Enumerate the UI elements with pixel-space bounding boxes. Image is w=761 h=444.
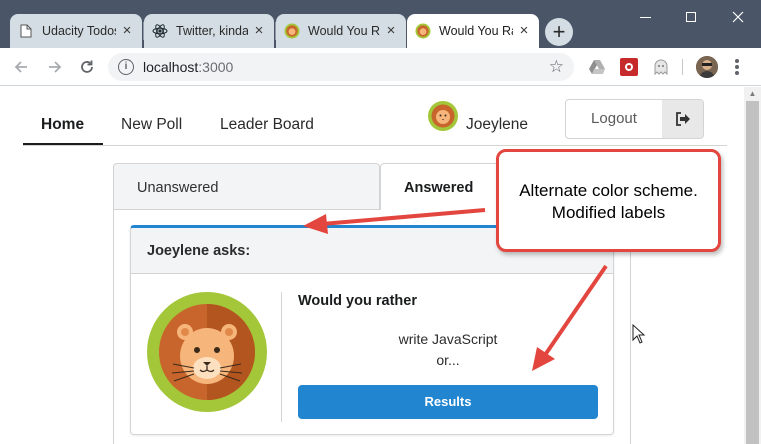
browser-tab[interactable]: Would You Rather × — [276, 14, 406, 48]
close-tab-icon[interactable]: × — [384, 23, 398, 38]
browser-tab-title: Twitter, kinda — [176, 24, 248, 38]
poll-card: Joeylene asks: Would you rather write Ja… — [130, 225, 614, 435]
maximize-icon[interactable] — [668, 0, 714, 34]
browser-tab-title: Would You Rather — [308, 24, 380, 38]
question-title: Would you rather — [298, 293, 417, 309]
close-tab-icon[interactable]: × — [120, 23, 134, 38]
vertical-scrollbar[interactable]: ▲ — [744, 87, 761, 444]
browser-toolbar: i localhost:3000 ☆ — [0, 48, 761, 86]
more-menu-icon[interactable] — [728, 57, 746, 77]
scroll-thumb[interactable] — [746, 101, 759, 444]
browser-tab-strip: Udacity Todos × Twitter, kinda × Would Y… — [0, 0, 761, 48]
lion-icon — [284, 23, 300, 39]
red-extension-icon[interactable] — [620, 58, 638, 76]
toolbar-separator — [682, 59, 683, 75]
browser-tab[interactable]: Udacity Todos × — [10, 14, 142, 48]
star-icon[interactable]: ☆ — [549, 57, 564, 77]
active-nav-underline — [23, 143, 103, 145]
reload-icon[interactable] — [74, 54, 100, 80]
sign-out-icon — [662, 100, 703, 138]
minimize-icon[interactable] — [622, 0, 668, 34]
ghost-extension-icon[interactable] — [652, 58, 670, 76]
nav-home[interactable]: Home — [41, 116, 84, 134]
address-bar[interactable]: i localhost:3000 ☆ — [108, 53, 574, 81]
document-icon — [18, 23, 34, 39]
lion-icon — [415, 23, 431, 39]
author-avatar — [147, 292, 267, 412]
drive-extension-icon[interactable] — [588, 58, 606, 76]
question-or: or... — [436, 352, 460, 368]
logout-label: Logout — [591, 110, 637, 127]
nav-new-poll[interactable]: New Poll — [121, 116, 182, 134]
back-icon[interactable] — [8, 54, 34, 80]
url-text: localhost:3000 — [143, 59, 234, 75]
question-option: write JavaScript — [398, 331, 498, 347]
forward-icon[interactable] — [42, 54, 68, 80]
results-button[interactable]: Results — [298, 385, 598, 419]
tab-unanswered-label: Unanswered — [137, 180, 219, 196]
card-header-text: Joeylene asks: — [147, 243, 251, 259]
nav-leader-board[interactable]: Leader Board — [220, 116, 314, 134]
profile-avatar[interactable] — [696, 56, 718, 78]
annotation-callout: Alternate color scheme. Modified labels — [496, 149, 721, 252]
scroll-up-arrow-icon[interactable]: ▲ — [744, 87, 761, 101]
page-viewport: Home New Poll Leader Board Joeylene Logo… — [0, 87, 744, 444]
browser-tab-active[interactable]: Would You Rather × — [407, 14, 539, 48]
react-icon — [152, 23, 168, 39]
logout-button[interactable]: Logout — [565, 99, 704, 139]
close-tab-icon[interactable]: × — [517, 23, 531, 38]
close-tab-icon[interactable]: × — [252, 23, 266, 38]
mouse-cursor-icon — [632, 324, 646, 344]
new-tab-button[interactable]: + — [545, 18, 573, 46]
close-window-icon[interactable] — [715, 0, 761, 34]
browser-tab-title: Udacity Todos — [42, 24, 116, 38]
card-divider — [281, 292, 282, 422]
user-name: Joeylene — [466, 116, 529, 133]
user-avatar — [428, 101, 458, 131]
info-icon[interactable]: i — [118, 59, 134, 75]
browser-tab-title: Would You Rather — [439, 24, 513, 38]
app-nav-bar: Home New Poll Leader Board Joeylene Logo… — [23, 87, 727, 146]
tab-unanswered[interactable]: Unanswered — [113, 163, 380, 210]
browser-tab[interactable]: Twitter, kinda × — [144, 14, 274, 48]
tab-answered-label: Answered — [404, 180, 474, 196]
annotation-text: Alternate color scheme. Modified labels — [519, 181, 698, 222]
